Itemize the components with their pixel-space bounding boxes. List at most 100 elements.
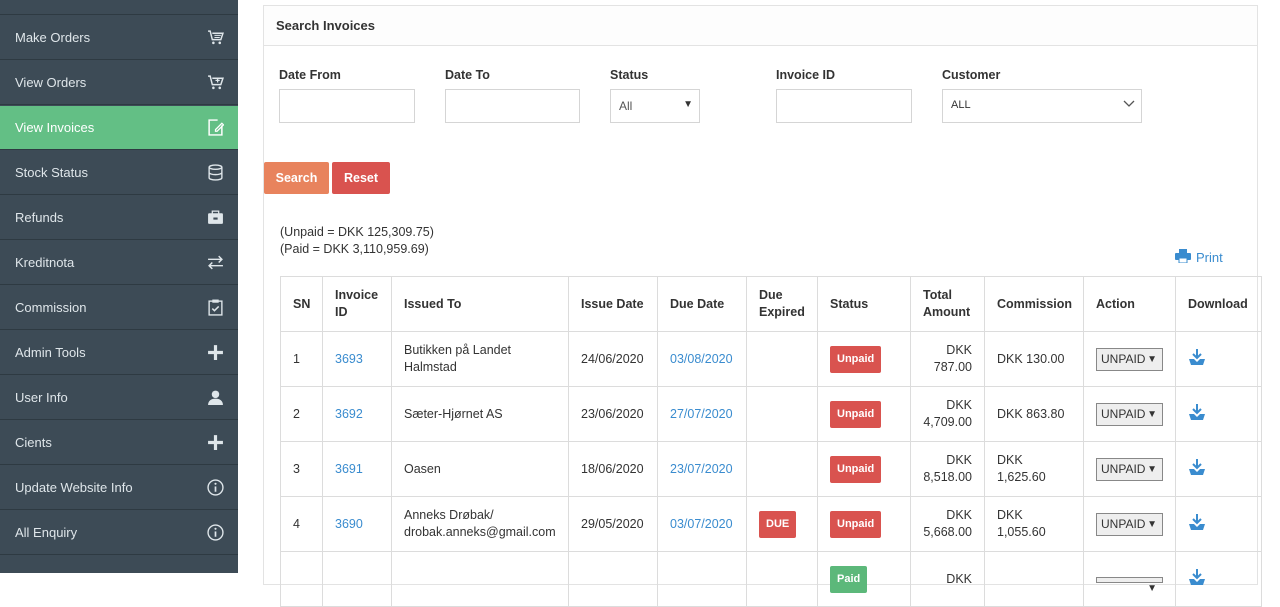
- reset-button[interactable]: Reset: [332, 162, 390, 194]
- column-header: Commission: [984, 276, 1084, 332]
- status-badge: Unpaid: [830, 455, 882, 483]
- due-expired-cell: [746, 441, 818, 497]
- table-row: 2 3692 Sæter-Hjørnet AS 23/06/2020 27/07/202…: [280, 386, 1262, 442]
- sidebar-item-hidden-top[interactable]: [0, 0, 238, 15]
- sn-cell: 3: [280, 441, 323, 497]
- caret-down-icon: ▼: [1147, 408, 1157, 420]
- sidebar-item-refunds[interactable]: Refunds: [0, 196, 238, 240]
- due-date-cell: 03/08/2020: [657, 331, 747, 387]
- invoices-table: SN Invoice ID Issued To Issue Date Due Date D…: [280, 276, 1262, 607]
- download-icon[interactable]: [1188, 348, 1206, 369]
- sidebar-item-label: Kreditnota: [15, 255, 75, 270]
- due-date-link[interactable]: 03/07/2020: [670, 517, 733, 531]
- sidebar-item-all-enquiry[interactable]: All Enquiry: [0, 511, 238, 555]
- invoice-id-link[interactable]: 3693: [335, 352, 363, 366]
- status-cell: Unpaid: [817, 331, 911, 387]
- sidebar-item-label: Refunds: [15, 210, 64, 225]
- issue-date-cell: 18/06/2020: [568, 441, 658, 497]
- sidebar-item-update-website-info[interactable]: Update Website Info: [0, 466, 238, 510]
- invoice-id-link[interactable]: 3692: [335, 407, 363, 421]
- invoice-id-cell: 3690: [322, 496, 392, 552]
- column-header: Download: [1175, 276, 1262, 332]
- sidebar-item-kreditnota[interactable]: Kreditnota: [0, 241, 238, 285]
- action-select-value: UNPAID: [1101, 351, 1146, 366]
- sidebar-item-view-invoices[interactable]: View Invoices: [0, 106, 238, 150]
- download-cell: [1175, 551, 1262, 607]
- due-date-cell: 27/07/2020: [657, 386, 747, 442]
- action-cell: UNPAID ▼: [1083, 441, 1176, 497]
- total-amount-cell: DKK 8,518.00: [910, 441, 985, 497]
- customer-select[interactable]: ALL: [942, 89, 1142, 123]
- issued-to-cell: Sæter-Hjørnet AS: [391, 386, 569, 442]
- date-to-input[interactable]: [445, 89, 580, 123]
- due-date-link[interactable]: 23/07/2020: [670, 462, 733, 476]
- customer-label: Customer: [942, 68, 1001, 82]
- due-expired-cell: DUE: [746, 496, 818, 552]
- date-from-input[interactable]: [279, 89, 415, 123]
- due-expired-cell: [746, 331, 818, 387]
- download-icon[interactable]: [1188, 458, 1206, 479]
- due-date-link[interactable]: 03/08/2020: [670, 352, 733, 366]
- status-select[interactable]: All ▼: [610, 89, 700, 123]
- commission-cell: DKK 1,055.60: [984, 496, 1084, 552]
- cart-icon: [206, 29, 224, 47]
- issue-date-cell: 23/06/2020: [568, 386, 658, 442]
- action-select[interactable]: ▼: [1096, 576, 1163, 594]
- sidebar-item-label: Stock Status: [15, 165, 88, 180]
- caret-down-icon: ▼: [1147, 353, 1157, 365]
- invoice-id-input[interactable]: [776, 89, 912, 123]
- sidebar-item-label: User Info: [15, 390, 68, 405]
- action-select[interactable]: UNPAID ▼: [1096, 512, 1163, 536]
- chevron-down-icon: [1123, 98, 1135, 111]
- download-icon[interactable]: [1188, 403, 1206, 424]
- search-invoices-panel: Search Invoices Date From Date To Status…: [263, 5, 1262, 607]
- sidebar-item-make-orders[interactable]: Make Orders: [0, 16, 238, 60]
- sidebar-item-stock-status[interactable]: Stock Status: [0, 151, 238, 195]
- search-button[interactable]: Search: [264, 162, 329, 194]
- download-icon[interactable]: [1188, 513, 1206, 534]
- column-header: Issued To: [391, 276, 569, 332]
- sidebar-item-cients[interactable]: Cients: [0, 421, 238, 465]
- due-date-link[interactable]: 27/07/2020: [670, 407, 733, 421]
- sidebar: Make Orders View Orders View Invoices Stock…: [0, 0, 238, 573]
- column-header: SN: [280, 276, 323, 332]
- sidebar-item-admin-tools[interactable]: Admin Tools: [0, 331, 238, 375]
- download-cell: [1175, 496, 1262, 552]
- status-cell: Paid: [817, 551, 911, 607]
- action-select[interactable]: UNPAID ▼: [1096, 457, 1163, 481]
- status-cell: Unpaid: [817, 386, 911, 442]
- sidebar-item-user-info[interactable]: User Info: [0, 376, 238, 420]
- action-cell: UNPAID ▼: [1083, 331, 1176, 387]
- action-select-value: UNPAID: [1101, 516, 1146, 531]
- sidebar-item-commission[interactable]: Commission: [0, 286, 238, 330]
- issue-date-cell: 24/06/2020: [568, 331, 658, 387]
- paid-summary: (Paid = DKK 3,110,959.69): [280, 242, 429, 256]
- sidebar-item-label: Cients: [15, 435, 52, 450]
- clipboard-check-icon: [206, 299, 224, 317]
- status-cell: Unpaid: [817, 496, 911, 552]
- status-select-value: All: [619, 99, 633, 113]
- table-header-row: SN Invoice ID Issued To Issue Date Due Date D…: [280, 276, 1262, 332]
- sn-cell: [280, 551, 323, 607]
- customer-select-value: ALL: [951, 99, 971, 111]
- due-expired-cell: [746, 551, 818, 607]
- print-link[interactable]: Print: [1175, 249, 1223, 266]
- issue-date-cell: 29/05/2020: [568, 496, 658, 552]
- sidebar-item-label: Commission: [15, 300, 87, 315]
- action-select[interactable]: UNPAID ▼: [1096, 402, 1163, 426]
- table-row: 1 3693 Butikken på Landet Halmstad 24/06/20…: [280, 331, 1262, 387]
- column-header: Invoice ID: [322, 276, 392, 332]
- download-icon[interactable]: [1188, 568, 1206, 589]
- plus-icon: [206, 344, 224, 362]
- sidebar-item-label: Update Website Info: [15, 480, 133, 495]
- action-select[interactable]: UNPAID ▼: [1096, 347, 1163, 371]
- database-icon: [206, 164, 224, 182]
- invoice-id-link[interactable]: 3691: [335, 462, 363, 476]
- download-cell: [1175, 386, 1262, 442]
- sn-cell: 2: [280, 386, 323, 442]
- invoice-id-link[interactable]: 3690: [335, 517, 363, 531]
- sidebar-item-label: All Enquiry: [15, 525, 78, 540]
- sidebar-item-view-orders[interactable]: View Orders: [0, 61, 238, 105]
- issued-to-cell: Butikken på Landet Halmstad: [391, 331, 569, 387]
- due-date-cell: [657, 551, 747, 607]
